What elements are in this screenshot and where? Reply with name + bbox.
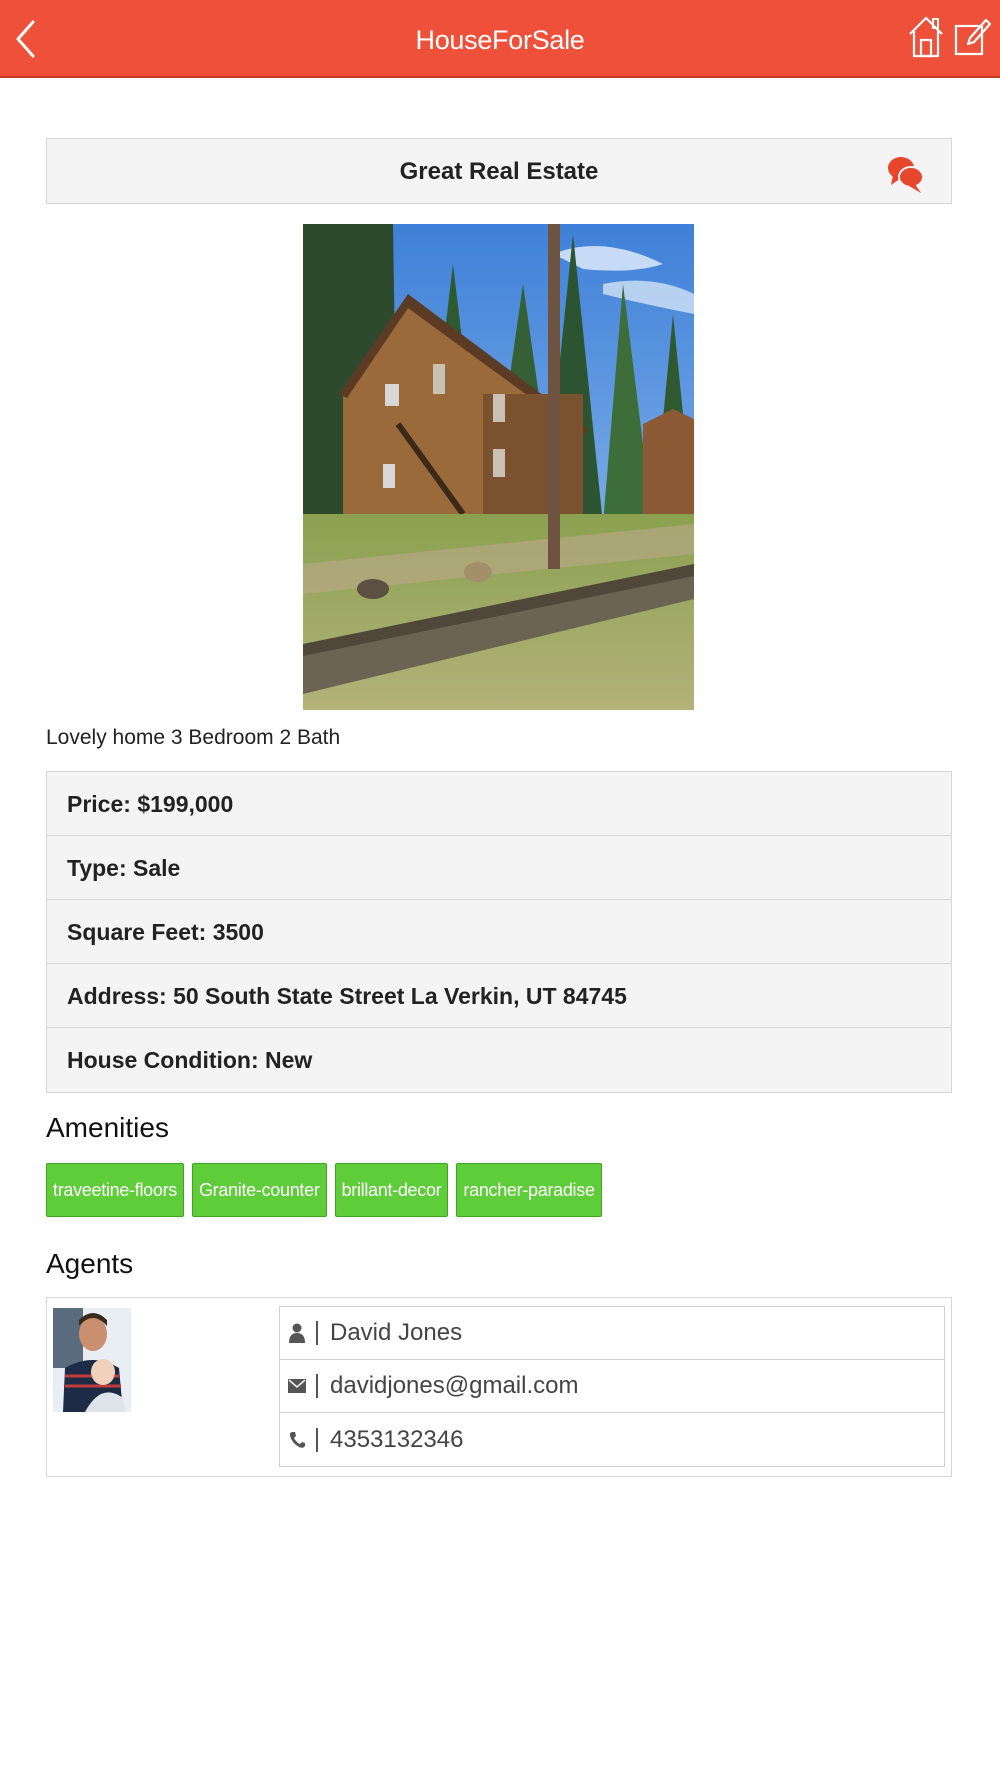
- listing-details: Price: $199,000 Type: Sale Square Feet: …: [46, 771, 952, 1093]
- agents-heading: Agents: [46, 1248, 134, 1279]
- detail-square-feet: Square Feet: 3500: [47, 900, 951, 964]
- envelope-icon: [280, 1360, 314, 1413]
- separator: [316, 1321, 318, 1345]
- chat-bubbles-icon: [888, 157, 924, 193]
- edit-icon: [954, 18, 992, 56]
- agent-avatar[interactable]: [53, 1308, 131, 1412]
- agent-email-row: davidjones@gmail.com: [280, 1360, 944, 1413]
- amenity-tag[interactable]: traveetine-floors: [46, 1163, 184, 1217]
- chat-button[interactable]: [885, 153, 927, 195]
- agent-phone-link[interactable]: 4353132346: [330, 1426, 463, 1454]
- amenity-tag[interactable]: Granite-counter: [191, 1163, 327, 1217]
- home-button[interactable]: [908, 14, 948, 62]
- agent-name-row: David Jones: [280, 1307, 944, 1360]
- user-icon: [280, 1307, 314, 1360]
- home-icon: [909, 16, 943, 58]
- agent-card: David Jones davidjones@gmail.com 4353132…: [46, 1297, 952, 1477]
- agent-name: David Jones: [330, 1319, 463, 1346]
- phone-icon: [280, 1413, 314, 1466]
- amenity-tag[interactable]: brillant-decor: [334, 1163, 449, 1217]
- amenities-heading: Amenities: [46, 1112, 169, 1143]
- house-photo: [303, 224, 694, 710]
- listing-description: Lovely home 3 Bedroom 2 Bath: [46, 726, 341, 749]
- agent-info: David Jones davidjones@gmail.com 4353132…: [279, 1306, 945, 1467]
- separator: [316, 1374, 318, 1398]
- amenity-tag[interactable]: rancher-paradise: [456, 1163, 602, 1217]
- listing-header: Great Real Estate: [46, 138, 952, 204]
- detail-house-condition: House Condition: New: [67, 1047, 313, 1073]
- app-title: HouseForSale: [415, 25, 585, 55]
- agent-phone-row: 4353132346: [280, 1413, 944, 1466]
- edit-button[interactable]: [954, 16, 994, 60]
- amenities-tags: traveetine-floors Granite-counter brilla…: [46, 1163, 602, 1218]
- top-app-bar: HouseForSale: [0, 0, 1000, 78]
- detail-price: Price: $199,000: [47, 772, 951, 836]
- photo-carousel[interactable]: [303, 224, 694, 710]
- detail-type: Type: Sale: [47, 836, 951, 900]
- separator: [316, 1427, 318, 1452]
- detail-address: Address: 50 South State Street La Verkin…: [47, 964, 951, 1028]
- agent-email-link[interactable]: davidjones@gmail.com: [330, 1372, 578, 1400]
- listing-title: Great Real Estate: [399, 158, 599, 185]
